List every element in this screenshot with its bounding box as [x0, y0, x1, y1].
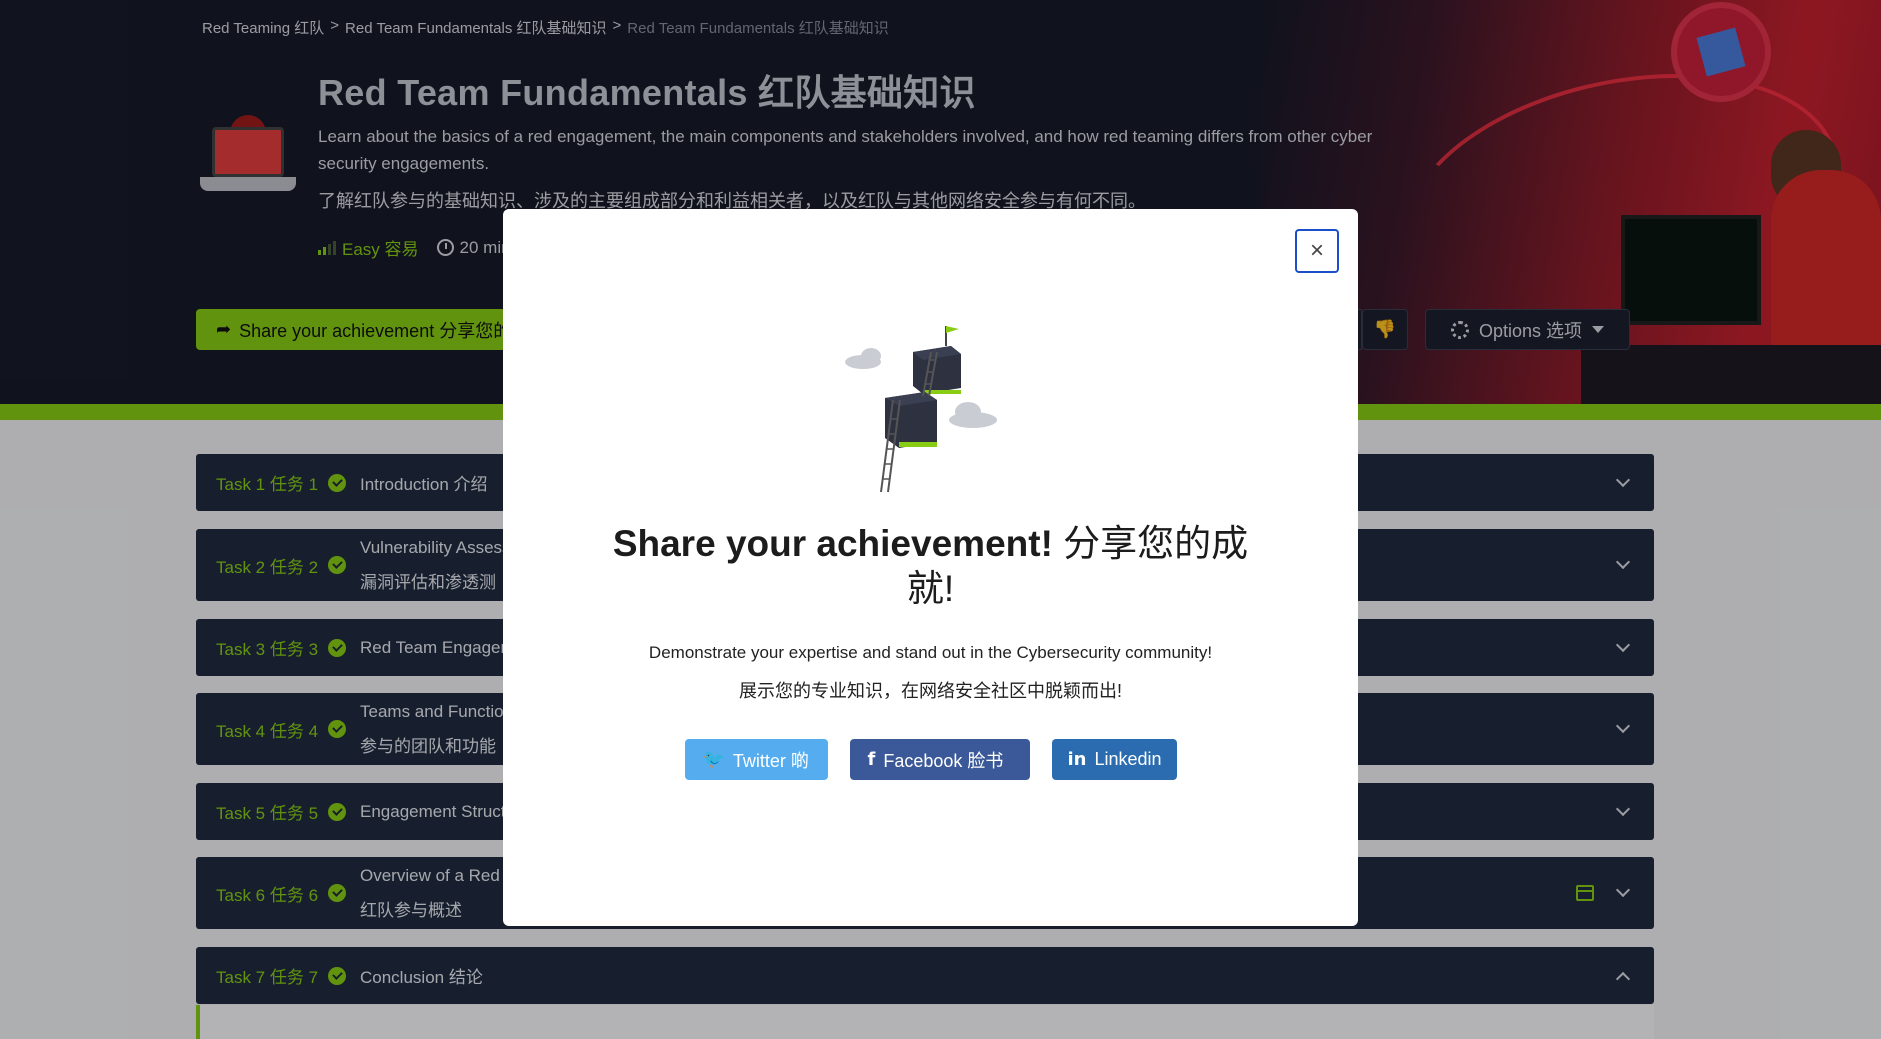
twitter-label: Twitter 啲: [732, 750, 809, 771]
close-icon: ×: [1309, 237, 1324, 264]
twitter-share-button[interactable]: 🐦 Twitter 啲: [684, 739, 828, 780]
share-achievement-modal: × Share your achievement! 分享您的成就! Demons…: [503, 209, 1358, 926]
twitter-icon: 🐦: [702, 749, 725, 770]
close-button[interactable]: ×: [1295, 229, 1339, 273]
linkedin-share-button[interactable]: in Linkedin: [1051, 739, 1177, 780]
modal-title-en: Share your achievement!: [612, 523, 1053, 564]
modal-subtitle-cn: 展示您的专业知识，在网络安全社区中脱颖而出!: [739, 681, 1122, 701]
modal-title: Share your achievement! 分享您的成就!: [603, 521, 1258, 611]
facebook-label: Facebook 脸书: [883, 750, 1004, 771]
modal-subtitle: Demonstrate your expertise and stand out…: [648, 643, 1213, 662]
climbing-boxes-illustration: [845, 326, 997, 493]
facebook-share-button[interactable]: f Facebook 脸书: [849, 739, 1030, 780]
linkedin-icon: in: [1067, 749, 1087, 770]
facebook-icon: f: [867, 749, 876, 770]
linkedin-label: Linkedin: [1094, 749, 1162, 769]
social-share-buttons: 🐦 Twitter 啲 f Facebook 脸书 in Linkedin: [503, 739, 1358, 780]
